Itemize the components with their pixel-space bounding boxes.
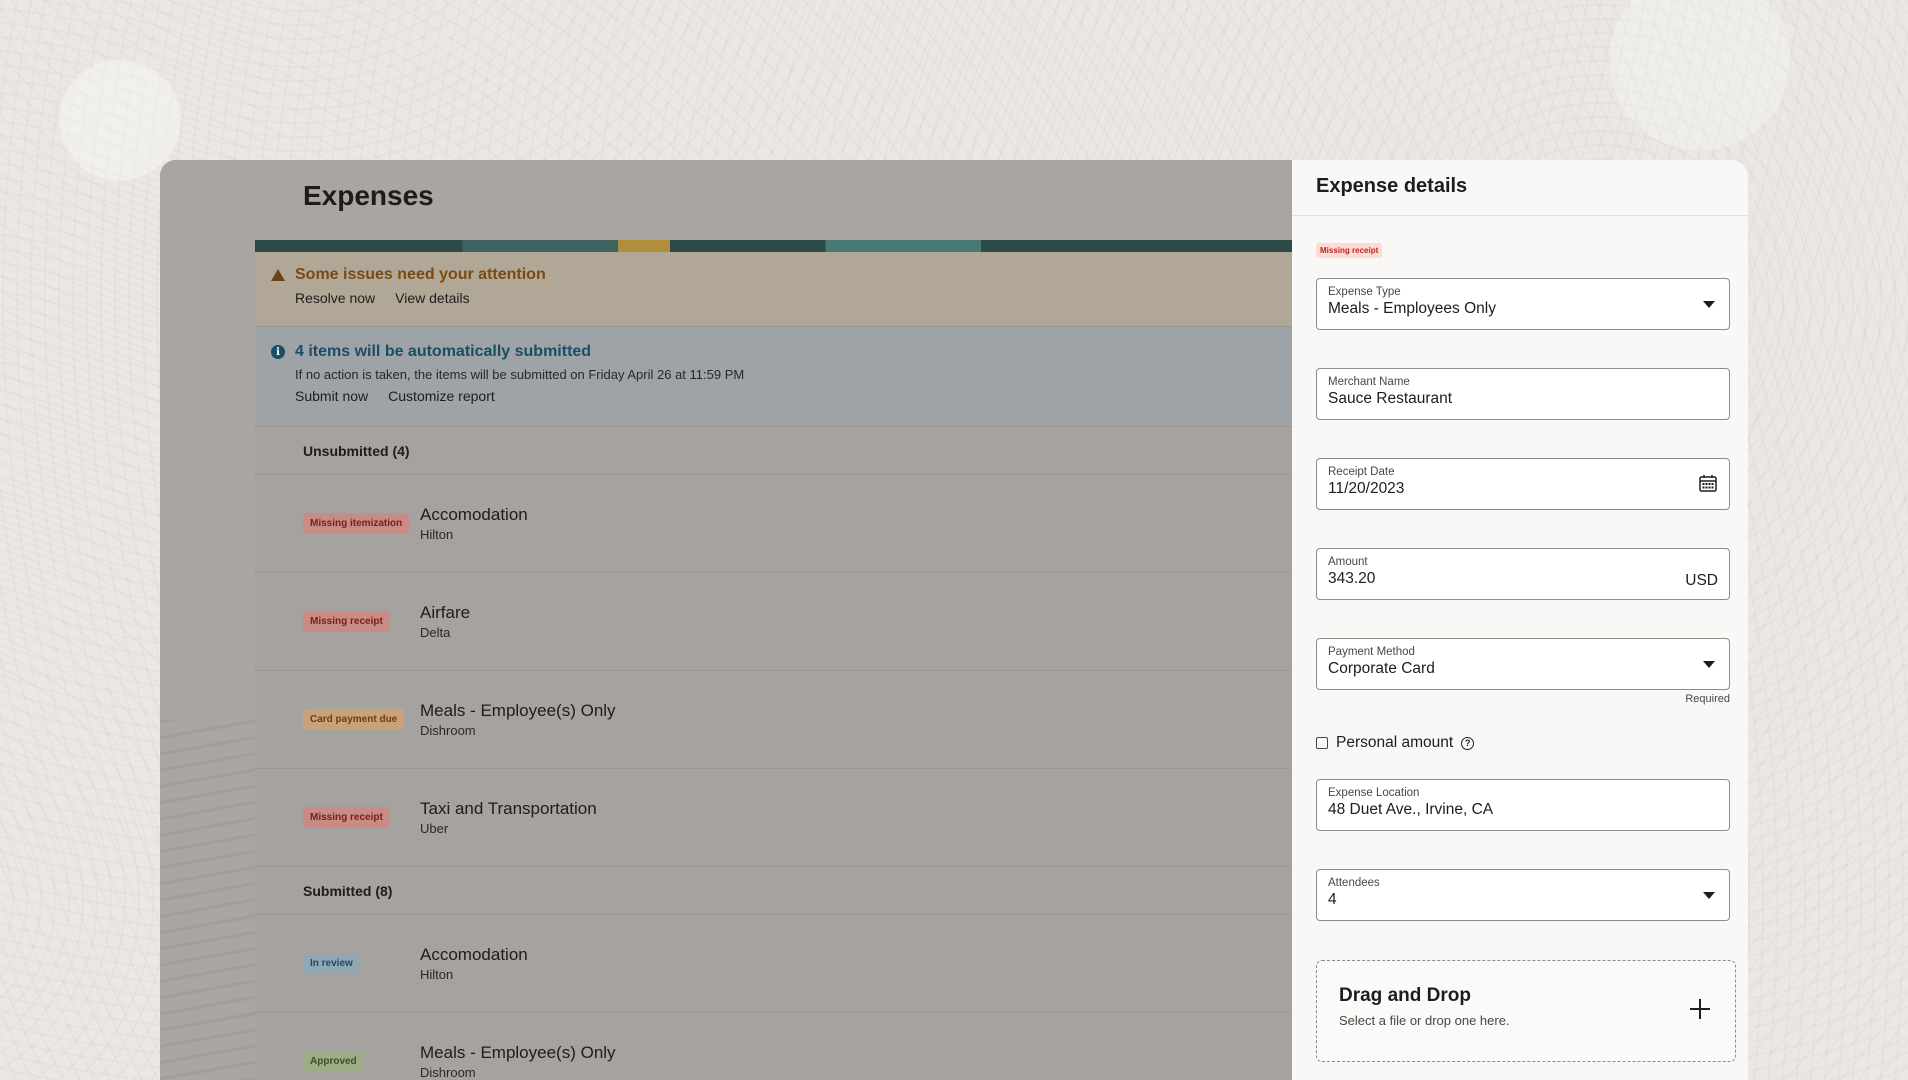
help-circle-icon[interactable]: ? <box>1461 736 1475 750</box>
field-value: Corporate Card <box>1328 660 1435 677</box>
field-label: Payment Method <box>1328 646 1415 658</box>
status-badge: Missing receipt <box>303 611 390 632</box>
info-icon: i <box>271 345 285 359</box>
drawer-title: Expense details <box>1292 160 1748 216</box>
submitted-section-heading: Submitted (8) <box>255 867 1292 915</box>
amount-field[interactable]: Amount 343.20 USD <box>1316 548 1730 600</box>
field-value: 4 <box>1328 891 1337 908</box>
expense-title: Accomodation <box>420 505 528 524</box>
field-value: Sauce Restaurant <box>1328 390 1453 407</box>
list-item[interactable]: Missing receipt Airfare Delta <box>255 573 1292 671</box>
status-badge: In review <box>303 953 360 974</box>
expense-title: Meals - Employee(s) Only <box>420 1043 616 1062</box>
expense-merchant: Dishroom <box>420 723 476 738</box>
field-label: Expense Type <box>1328 286 1401 298</box>
chevron-down-icon <box>1703 892 1715 899</box>
expense-merchant: Hilton <box>420 967 454 982</box>
personal-amount-label: Personal amount <box>1336 734 1454 751</box>
field-value: 48 Duet Ave., Irvine, CA <box>1328 801 1494 818</box>
expense-title: Taxi and Transportation <box>420 799 597 818</box>
expense-merchant: Delta <box>420 625 451 640</box>
field-label: Receipt Date <box>1328 466 1395 478</box>
warning-alert: Some issues need your attention Resolve … <box>255 252 1292 327</box>
status-badge: Missing receipt <box>303 807 390 828</box>
expense-title: Airfare <box>420 603 471 622</box>
expense-type-select[interactable]: Expense Type Meals - Employees Only <box>1316 278 1730 330</box>
customize-report-link[interactable]: Customize report <box>388 388 495 404</box>
status-badge: Missing receipt <box>1316 243 1383 258</box>
chevron-down-icon <box>1703 661 1715 668</box>
status-badge: Missing itemization <box>303 513 410 534</box>
status-badge: Approved <box>303 1051 364 1072</box>
expenses-content: Some issues need your attention Resolve … <box>255 240 1292 1080</box>
file-dropzone[interactable]: Drag and Drop Select a file or drop one … <box>1316 960 1736 1062</box>
expense-merchant: Uber <box>420 821 449 836</box>
expense-details-drawer: Expense details Missing receipt Expense … <box>1292 160 1748 1080</box>
chevron-down-icon <box>1703 301 1715 308</box>
required-helper-text: Required <box>1685 693 1730 705</box>
expenses-page: Expenses Some issues need your attention… <box>160 160 1292 1080</box>
info-alert: i 4 items will be automatically submitte… <box>255 327 1292 427</box>
field-value: 343.20 <box>1328 570 1376 587</box>
app-window: Expenses Some issues need your attention… <box>160 160 1748 1080</box>
submit-now-link[interactable]: Submit now <box>295 388 368 404</box>
info-alert-description: If no action is taken, the items will be… <box>295 367 745 382</box>
calendar-icon[interactable] <box>1699 474 1717 492</box>
expense-merchant: Dishroom <box>420 1065 476 1080</box>
field-label: Amount <box>1328 556 1368 568</box>
unsubmitted-section-heading: Unsubmitted (4) <box>255 427 1292 475</box>
decorative-pattern <box>160 720 255 1080</box>
attendees-select[interactable]: Attendees 4 <box>1316 869 1730 921</box>
field-label: Expense Location <box>1328 787 1420 799</box>
receipt-date-field[interactable]: Receipt Date 11/20/2023 <box>1316 458 1730 510</box>
field-label: Merchant Name <box>1328 376 1410 388</box>
expense-merchant: Hilton <box>420 527 454 542</box>
personal-amount-checkbox[interactable] <box>1316 737 1328 749</box>
dropzone-title: Drag and Drop <box>1339 985 1471 1006</box>
list-item[interactable]: Missing itemization Accomodation Hilton <box>255 475 1292 573</box>
resolve-now-link[interactable]: Resolve now <box>295 290 375 306</box>
dropzone-subtitle: Select a file or drop one here. <box>1339 1013 1510 1028</box>
list-item[interactable]: Approved Meals - Employee(s) Only Dishro… <box>255 1013 1292 1080</box>
merchant-name-field[interactable]: Merchant Name Sauce Restaurant <box>1316 368 1730 420</box>
list-item[interactable]: In review Accomodation Hilton <box>255 915 1292 1013</box>
expense-title: Meals - Employee(s) Only <box>420 701 616 720</box>
field-label: Attendees <box>1328 877 1380 889</box>
list-item[interactable]: Missing receipt Taxi and Transportation … <box>255 769 1292 867</box>
warning-alert-title: Some issues need your attention <box>295 266 546 283</box>
decorative-banner <box>255 240 1292 252</box>
plus-icon[interactable] <box>1690 999 1710 1019</box>
field-value: 11/20/2023 <box>1328 480 1405 497</box>
field-value: Meals - Employees Only <box>1328 300 1496 317</box>
expense-location-field[interactable]: Expense Location 48 Duet Ave., Irvine, C… <box>1316 779 1730 831</box>
personal-amount-row: Personal amount ? <box>1316 734 1730 752</box>
list-item[interactable]: Card payment due Meals - Employee(s) Onl… <box>255 671 1292 769</box>
info-alert-title: 4 items will be automatically submitted <box>295 343 592 360</box>
expense-title: Accomodation <box>420 945 528 964</box>
page-title: Expenses <box>303 180 434 211</box>
currency-label: USD <box>1685 572 1718 589</box>
payment-method-select[interactable]: Payment Method Corporate Card <box>1316 638 1730 690</box>
warning-triangle-icon <box>271 269 285 281</box>
view-details-link[interactable]: View details <box>395 290 469 306</box>
status-badge: Card payment due <box>303 709 405 730</box>
